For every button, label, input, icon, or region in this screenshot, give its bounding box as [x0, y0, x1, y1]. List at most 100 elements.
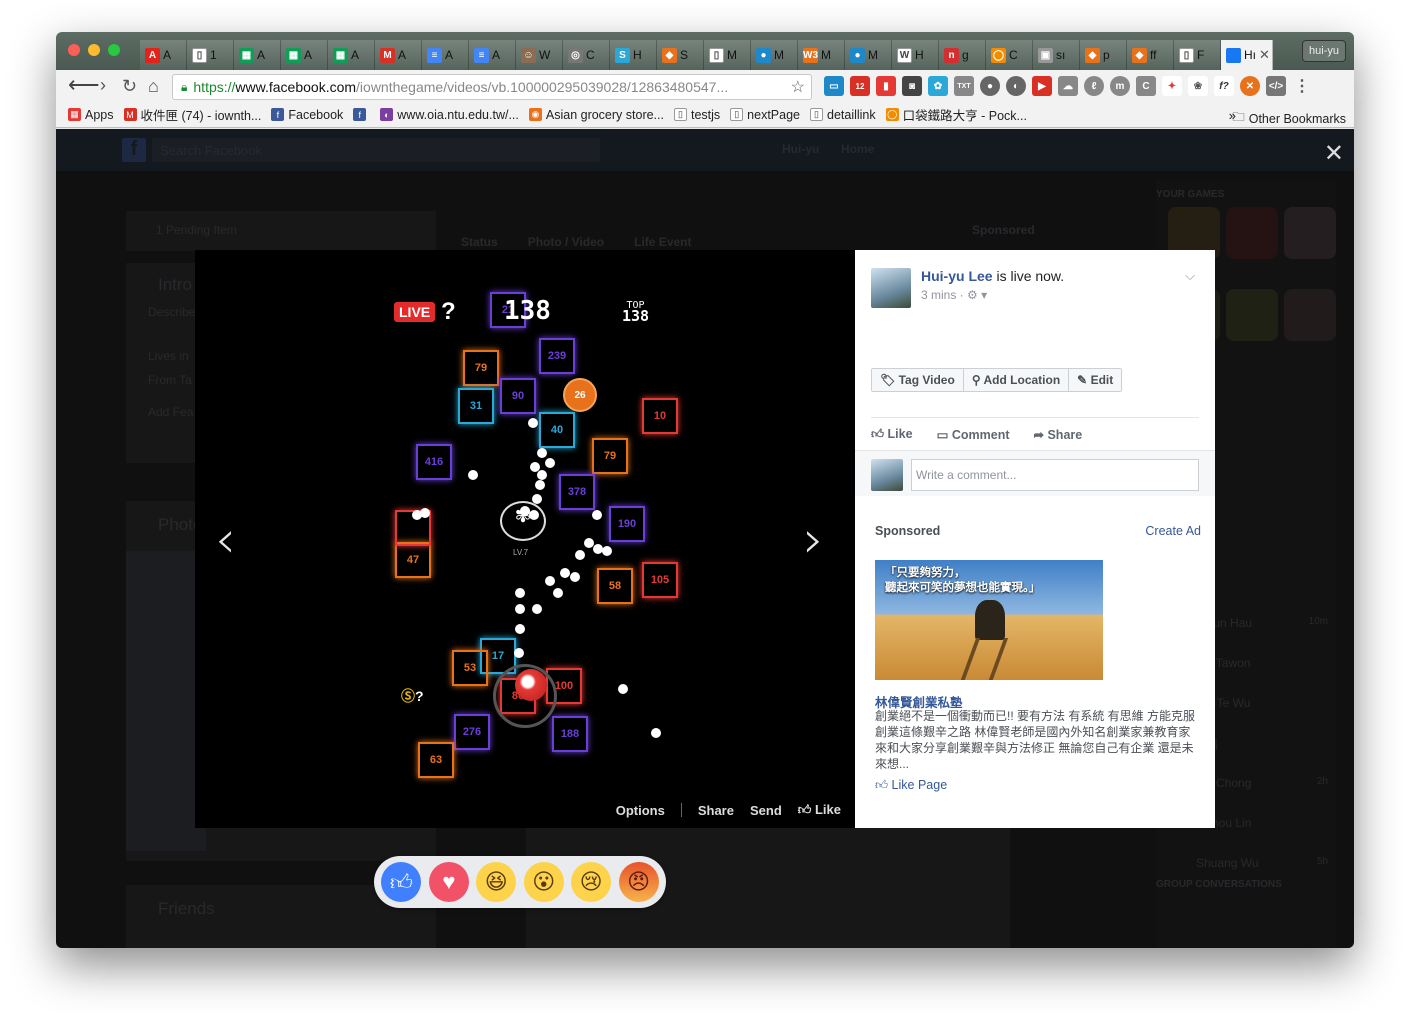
bookmark-item[interactable]: f	[353, 108, 370, 121]
bookmark-item[interactable]: ▯ testjs	[673, 108, 720, 122]
bookmark-item[interactable]: ▦ Apps	[68, 108, 114, 122]
like-page-button[interactable]: 👍︎ Like Page	[875, 778, 947, 793]
browser-toolbar: ⟵ › ↻ ⌂ 🔒︎ https://www.facebook.com/iown…	[56, 70, 1354, 102]
ad-image[interactable]: 「只要夠努力， 聽起來可笑的夢想也能實現。」	[875, 560, 1103, 680]
tab-title: A	[163, 48, 172, 62]
next-arrow-icon[interactable]: ›	[803, 514, 824, 566]
browser-tab[interactable]: ▯ M	[704, 40, 751, 70]
forward-arrow-icon[interactable]: ›	[100, 75, 106, 96]
like-reaction-icon[interactable]: 👍︎	[381, 862, 422, 902]
bookmark-item[interactable]: ◉ Asian grocery store...	[528, 108, 664, 122]
browser-tab[interactable]: ▦ A	[281, 40, 328, 70]
extension-icon[interactable]: ✕	[1240, 76, 1260, 96]
bookmark-item[interactable]: ▯ nextPage	[730, 108, 800, 122]
like-button[interactable]: 👍︎ Like	[871, 427, 913, 442]
comment-button[interactable]: ▭ Comment	[937, 427, 1010, 442]
extension-icon[interactable]: TXT	[954, 76, 974, 96]
previous-arrow-icon[interactable]: ‹	[215, 514, 236, 566]
bookmark-item[interactable]: M 收件匣 (74) - iownth...	[123, 105, 261, 124]
browser-tab[interactable]: ◆ S	[657, 40, 704, 70]
extension-icon[interactable]: ▭	[824, 76, 844, 96]
add-location-button[interactable]: ⚲ Add Location	[963, 369, 1070, 391]
wow-reaction-icon[interactable]: 😮︎	[523, 862, 564, 902]
close-tab-icon[interactable]: ✕	[1259, 47, 1270, 63]
extension-icon[interactable]: ◙	[902, 76, 922, 96]
edit-button[interactable]: ✎ Edit	[1069, 369, 1122, 391]
extension-icon[interactable]: ●	[980, 76, 1000, 96]
browser-tab[interactable]: ◯ C	[986, 40, 1033, 70]
video-share-button[interactable]: Share	[698, 803, 734, 818]
browser-tab[interactable]: Hı ✕	[1221, 40, 1273, 70]
privacy-gear-icon[interactable]: ⚙ ▾	[967, 288, 987, 302]
browser-tab[interactable]: ▦ A	[234, 40, 281, 70]
browser-tab[interactable]: ● M	[751, 40, 798, 70]
haha-reaction-icon[interactable]: 😆︎	[476, 862, 517, 902]
extension-icon[interactable]: f?	[1214, 76, 1234, 96]
browser-tab[interactable]: ◆ p	[1080, 40, 1127, 70]
extension-icon[interactable]: ▶	[1032, 76, 1052, 96]
tag-video-button[interactable]: 🏷︎ Tag Video	[872, 369, 964, 391]
close-theater-icon[interactable]: ✕	[1324, 139, 1344, 168]
send-button[interactable]: Send	[750, 803, 782, 818]
profile-button[interactable]: hui-yu	[1302, 40, 1346, 62]
options-button[interactable]: Options	[616, 803, 665, 818]
bookmark-item[interactable]: ▯ detaillink	[810, 108, 876, 122]
love-reaction-icon[interactable]: ♥	[428, 862, 469, 902]
comment-input[interactable]: Write a comment...	[911, 459, 1199, 491]
author-link[interactable]: Hui-yu Lee	[921, 268, 993, 284]
browser-tab[interactable]: ng	[939, 40, 986, 70]
tab-title: C	[1009, 48, 1018, 62]
page-content: f Search Facebook Hui-yu Home 1 Pending …	[56, 129, 1354, 948]
extension-icon[interactable]: 12	[850, 76, 870, 96]
browser-tab[interactable]: ▣ sı	[1033, 40, 1080, 70]
extension-icon[interactable]: ✦	[1162, 76, 1182, 96]
live-video-player[interactable]: 79 239 90 31 40 10 416 79 378 190 47 58 105 17 53 80 100…	[195, 250, 855, 828]
video-like-button[interactable]: 👍︎ Like	[798, 802, 841, 818]
bookmark-item[interactable]: ◯ 口袋鐵路大亨 - Pock...	[885, 105, 1027, 124]
bookmark-item[interactable]: f Facebook	[271, 108, 343, 122]
extension-icon[interactable]: ▮	[876, 76, 896, 96]
browser-tab[interactable]: ● M	[845, 40, 892, 70]
post-options-chevron-icon[interactable]: ⌵	[1185, 268, 1195, 284]
browser-tab[interactable]: SH	[610, 40, 657, 70]
browser-tab[interactable]: ≡ A	[469, 40, 516, 70]
create-ad-link[interactable]: Create Ad	[1145, 524, 1201, 538]
angry-reaction-icon[interactable]: 😠︎	[618, 862, 659, 902]
browser-tab[interactable]: ▯ F	[1174, 40, 1221, 70]
other-bookmarks-folder[interactable]: 🗀︎ Other Bookmarks	[1232, 108, 1346, 129]
home-icon[interactable]: ⌂	[148, 76, 159, 97]
extension-icon[interactable]: C	[1136, 76, 1156, 96]
sad-reaction-icon[interactable]: 😢︎	[571, 862, 612, 902]
browser-tab[interactable]: ☺ W	[516, 40, 563, 70]
browser-tab[interactable]: ≡ A	[422, 40, 469, 70]
post-time[interactable]: 3 mins · ⚙ ▾	[921, 288, 1064, 302]
back-arrow-icon[interactable]: ⟵	[68, 72, 100, 98]
author-avatar[interactable]	[871, 268, 911, 308]
browser-tab[interactable]: AA	[140, 40, 187, 70]
extension-icon[interactable]: m	[1110, 76, 1130, 96]
menu-icon[interactable]: ⋮	[1292, 76, 1312, 96]
minimize-window-button[interactable]	[88, 44, 100, 56]
share-button[interactable]: ➦ Share	[1034, 427, 1083, 442]
zoom-window-button[interactable]	[108, 44, 120, 56]
extension-icon[interactable]: ❀	[1188, 76, 1208, 96]
close-window-button[interactable]	[68, 44, 80, 56]
address-bar[interactable]: 🔒︎ https://www.facebook.com/iownthegame/…	[172, 74, 812, 100]
browser-tab[interactable]: W3 M	[798, 40, 845, 70]
browser-tab[interactable]: ◎ C	[563, 40, 610, 70]
extension-icon[interactable]: </>	[1266, 76, 1286, 96]
extension-icon[interactable]: ☁	[1058, 76, 1078, 96]
browser-tab[interactable]: ◆ ff	[1127, 40, 1174, 70]
reload-icon[interactable]: ↻	[122, 76, 137, 97]
game-block: 79	[463, 350, 499, 386]
extension-icon[interactable]: ℓ	[1084, 76, 1104, 96]
extension-icon[interactable]: ✿	[928, 76, 948, 96]
extension-icon[interactable]: ◐	[1006, 76, 1026, 96]
bookmark-item[interactable]: ◐ www.oia.ntu.edu.tw/...	[380, 108, 519, 122]
browser-tab[interactable]: MA	[375, 40, 422, 70]
browser-tab[interactable]: WH	[892, 40, 939, 70]
bookmark-star-icon[interactable]: ☆	[791, 77, 805, 97]
browser-tab[interactable]: ▯ 1	[187, 40, 234, 70]
browser-tab[interactable]: ▦ A	[328, 40, 375, 70]
bookmark-favicon-icon: M	[123, 108, 137, 121]
